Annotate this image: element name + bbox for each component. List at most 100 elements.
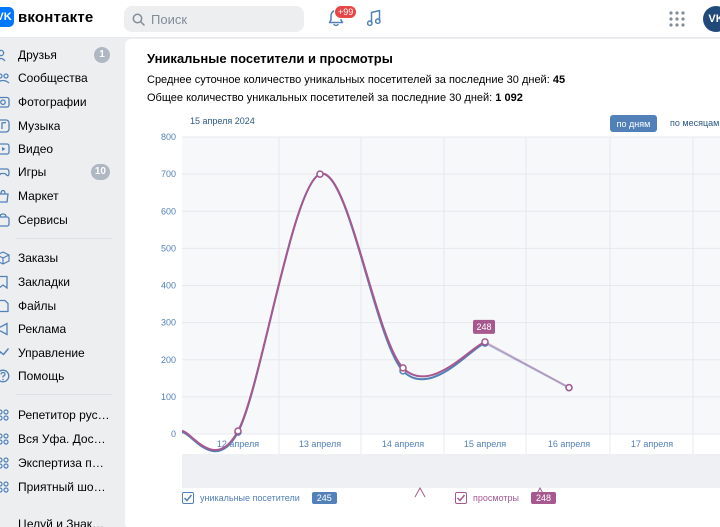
sidebar-divider — [16, 394, 112, 395]
x-tick-label: 13 апреля — [299, 439, 341, 449]
tooltip-value: 248 — [476, 322, 491, 332]
sidebar-item-app-4[interactable]: Приятный шопинг... — [0, 476, 120, 498]
sidebar-item-music[interactable]: Музыка — [0, 115, 120, 137]
top-header: VK вконтакте +99 VK — [0, 0, 720, 38]
legend-value-badge: 245 — [311, 492, 337, 504]
sidebar-item-help[interactable]: Помощь — [0, 365, 120, 387]
vk-logo[interactable]: VK вконтакте — [0, 7, 93, 27]
vk-logo-text: вконтакте — [18, 8, 94, 26]
sidebar-item-label: Репетитор русско... — [18, 408, 110, 422]
legend-label: просмотры — [473, 493, 519, 503]
legend-item-views[interactable]: просмотры 248 — [455, 492, 557, 504]
music-icon — [0, 119, 10, 133]
video-icon — [0, 142, 10, 156]
sidebar-item-bookmarks[interactable]: Закладки — [0, 271, 120, 293]
search-icon — [132, 13, 145, 26]
y-tick-label: 600 — [161, 206, 176, 216]
app-icon — [0, 517, 10, 527]
games-icon — [0, 165, 10, 179]
sidebar-item-label: Файлы — [18, 299, 57, 313]
music-icon[interactable] — [366, 9, 382, 27]
help-icon — [0, 369, 10, 383]
app-icon — [0, 432, 10, 446]
data-point — [316, 170, 324, 178]
y-tick-label: 800 — [161, 132, 176, 142]
notification-badge: +99 — [334, 5, 358, 19]
sidebar-item-label: Видео — [18, 142, 54, 156]
sidebar-item-games[interactable]: Игры 10 — [0, 161, 120, 183]
sidebar-item-label: Маркет — [18, 189, 59, 203]
sidebar-divider — [16, 238, 112, 239]
management-icon — [0, 346, 10, 360]
friends-count-badge: 1 — [94, 47, 110, 63]
avatar[interactable]: VK — [703, 6, 720, 32]
sidebar-item-label: Фотографии — [18, 95, 87, 109]
sidebar-item-label: Целуй и Знакомься — [18, 517, 110, 527]
data-point — [481, 338, 489, 346]
app-icon — [0, 456, 10, 470]
files-icon — [0, 299, 10, 313]
sidebar-item-label: Вся Уфа. Доска бе... — [18, 432, 110, 446]
x-tick-label: 16 апреля — [548, 439, 590, 449]
sidebar-item-friends[interactable]: Друзья 1 — [0, 44, 120, 66]
sidebar-item-orders[interactable]: Заказы — [0, 247, 120, 269]
sidebar-item-app-5[interactable]: Целуй и Знакомься — [0, 513, 120, 527]
sidebar-item-video[interactable]: Видео — [0, 138, 120, 160]
y-tick-label: 200 — [161, 355, 176, 365]
sidebar-item-label: Приятный шопинг... — [18, 480, 110, 494]
ads-icon — [0, 322, 10, 336]
sidebar-item-label: Реклама — [18, 322, 67, 336]
sidebar-item-photos[interactable]: Фотографии — [0, 91, 120, 113]
bookmarks-icon — [0, 275, 10, 289]
sidebar-item-market[interactable]: Маркет — [0, 185, 120, 207]
sidebar-item-services[interactable]: Сервисы — [0, 209, 120, 231]
sidebar-item-label: Друзья — [18, 48, 57, 62]
sidebar-item-label: Помощь — [18, 369, 65, 383]
sidebar-item-ads[interactable]: Реклама — [0, 318, 120, 340]
check-icon — [456, 494, 466, 502]
sidebar-item-app-1[interactable]: Репетитор русско... — [0, 404, 120, 426]
sidebar-item-label: Игры — [18, 165, 47, 179]
checkbox-visitors[interactable] — [182, 492, 194, 504]
y-tick-label: 100 — [161, 392, 176, 402]
search-input[interactable] — [151, 11, 291, 27]
sidebar-item-management[interactable]: Управление — [0, 342, 120, 364]
y-tick-label: 700 — [161, 169, 176, 179]
y-tick-label: 300 — [161, 318, 176, 328]
sidebar-item-label: Экспертиза почер... — [18, 456, 110, 470]
stats-panel: Уникальные посетители и просмотры Средне… — [125, 39, 720, 527]
sidebar-item-app-2[interactable]: Вся Уфа. Доска бе... — [0, 428, 120, 450]
legend-item-visitors[interactable]: уникальные посетители 245 — [182, 492, 337, 504]
left-sidebar: Друзья 1 Сообщества Фотографии Музыка Ви… — [0, 38, 124, 527]
sidebar-item-files[interactable]: Файлы — [0, 295, 120, 317]
legend-value-badge: 248 — [530, 492, 557, 504]
x-tick-label: 17 апреля — [631, 439, 673, 449]
x-tick-label: 14 апреля — [382, 439, 424, 449]
market-icon — [0, 189, 10, 203]
sidebar-item-communities[interactable]: Сообщества — [0, 67, 120, 89]
vk-logo-mark: VK — [0, 7, 14, 27]
checkbox-views[interactable] — [455, 492, 467, 504]
sidebar-item-app-3[interactable]: Экспертиза почер... — [0, 452, 120, 474]
sidebar-item-label: Сервисы — [18, 213, 68, 227]
sidebar-item-label: Управление — [18, 346, 85, 360]
visitors-chart[interactable]: 010020030040050060070080012 апреля 13 апр… — [125, 39, 720, 527]
sidebar-item-label: Сообщества — [18, 71, 88, 85]
y-tick-label: 400 — [161, 281, 176, 291]
app-icon — [0, 408, 10, 422]
sidebar-item-label: Заказы — [18, 251, 59, 265]
data-point — [399, 364, 407, 372]
y-tick-label: 500 — [161, 243, 176, 253]
sidebar-item-label: Музыка — [18, 119, 61, 133]
data-point — [234, 427, 242, 435]
services-icon — [0, 213, 10, 227]
app-icon — [0, 480, 10, 494]
range-navigator — [182, 454, 720, 488]
search-box[interactable] — [124, 6, 304, 32]
data-point — [565, 383, 573, 392]
apps-grid-icon[interactable] — [669, 11, 685, 27]
friends-icon — [0, 48, 10, 62]
x-tick-label: 15 апреля — [464, 439, 506, 449]
check-icon — [183, 494, 193, 502]
games-count-badge: 10 — [90, 164, 110, 180]
